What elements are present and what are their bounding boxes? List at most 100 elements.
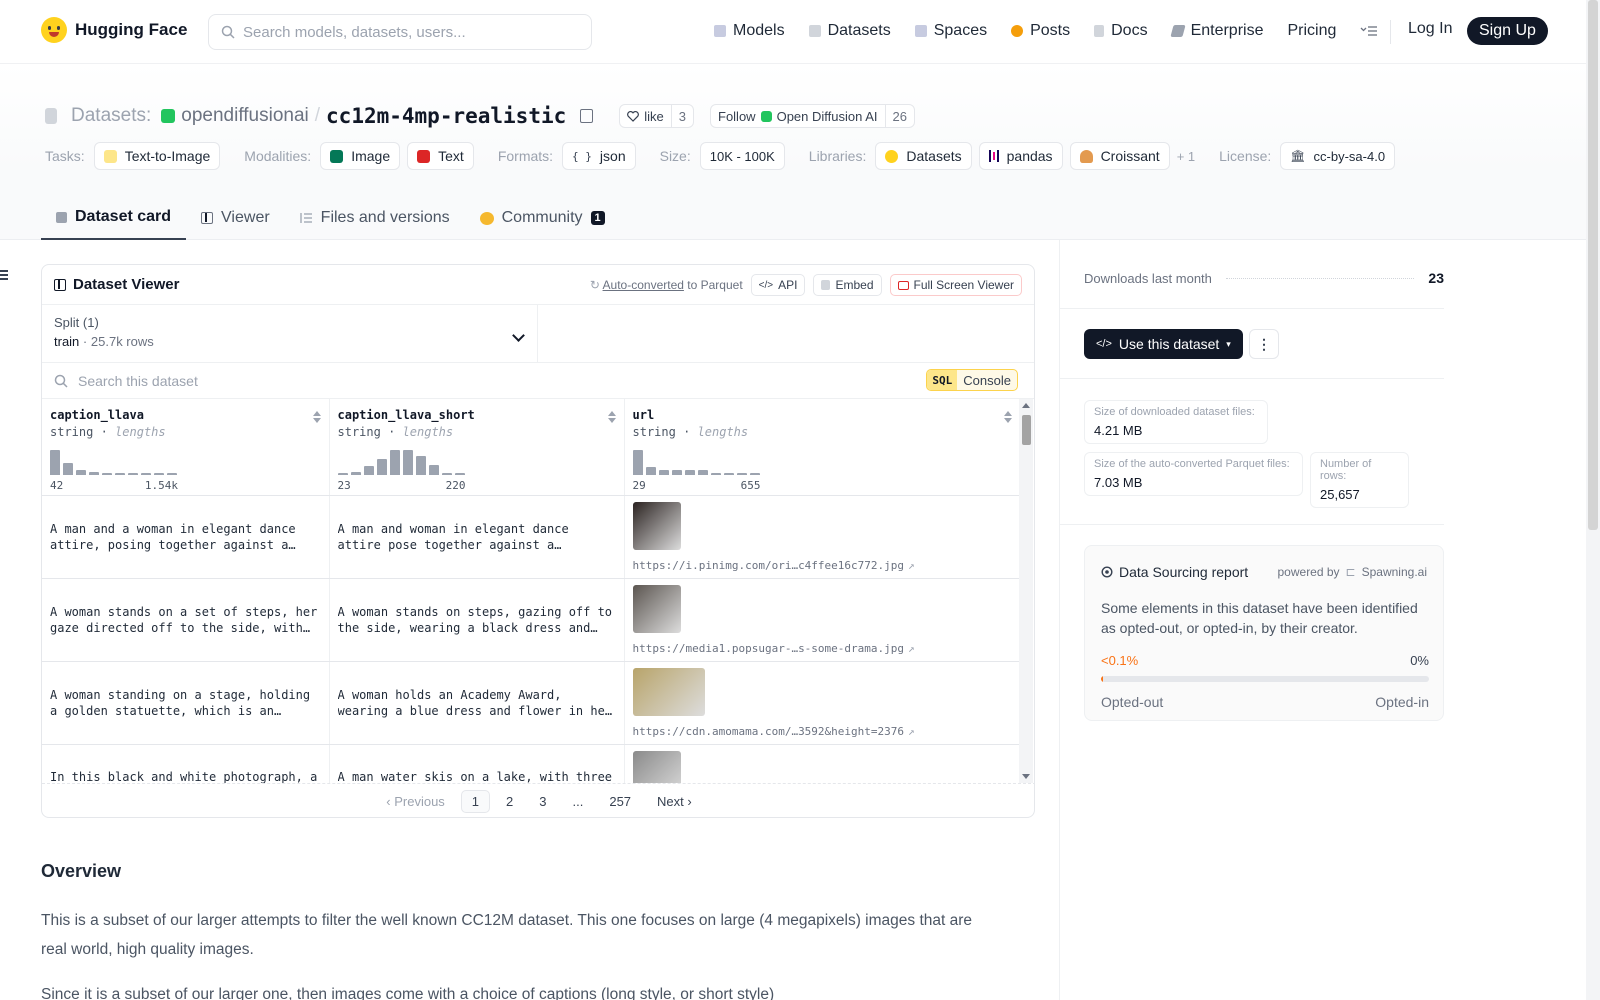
url-link[interactable]: https://cdn.amomama.com/…3592&height=237… — [633, 724, 1012, 740]
tab-community[interactable]: Community 1 — [465, 196, 620, 240]
nav-posts[interactable]: Posts — [999, 18, 1082, 44]
fullscreen-viewer-button[interactable]: Full Screen Viewer — [889, 274, 1022, 296]
tab-dataset-card[interactable]: Dataset card — [41, 196, 187, 240]
brand-link[interactable]: Hugging Face — [41, 17, 187, 43]
sort-icon[interactable] — [607, 411, 616, 423]
global-search[interactable] — [208, 14, 592, 50]
more-libraries[interactable]: + 1 — [1177, 149, 1195, 164]
tag-pandas[interactable]: pandas — [978, 142, 1063, 170]
cell-caption-short[interactable]: A man water skis on a lake, with three — [329, 744, 625, 784]
tab-community-label: Community — [501, 209, 583, 226]
histogram-bar — [389, 450, 400, 475]
tab-files[interactable]: Files and versions — [285, 196, 465, 240]
tab-files-label: Files and versions — [320, 209, 450, 226]
auto-converted-link[interactable]: Auto-converted — [603, 278, 684, 292]
table-row[interactable]: A man and a woman in elegant dance attir… — [42, 495, 1020, 579]
page-scrollbar[interactable] — [1586, 0, 1600, 1000]
split-selector-row: Split (1) train · 25.7k rows — [42, 305, 1034, 363]
table-row[interactable]: A woman stands on a set of steps, her ga… — [42, 578, 1020, 662]
embed-button[interactable]: Embed — [813, 274, 882, 296]
next-page-button[interactable]: Next › — [647, 791, 702, 812]
image-thumbnail[interactable] — [632, 750, 681, 783]
sort-icon[interactable] — [1003, 411, 1012, 423]
split-selector[interactable]: Split (1) train · 25.7k rows — [42, 305, 538, 363]
scroll-thumb[interactable] — [1022, 415, 1031, 445]
tag-json[interactable]: { } json — [562, 142, 636, 170]
api-button[interactable]: </> API — [750, 274, 806, 296]
sort-icon[interactable] — [312, 411, 321, 423]
cell-url[interactable]: https://media1.popsugar-…s-some-drama.jp… — [624, 578, 1020, 662]
cell-url[interactable] — [624, 744, 1020, 783]
cell-caption-short[interactable]: A woman stands on steps, gazing off to t… — [329, 578, 625, 662]
cell-caption-llava[interactable]: A man and a woman in elegant dance attir… — [42, 495, 330, 579]
image-thumbnail[interactable] — [632, 667, 705, 716]
more-options-icon[interactable]: ⋮ — [1249, 329, 1279, 359]
histogram-bar — [102, 473, 112, 475]
like-button[interactable]: like 3 — [619, 104, 694, 128]
org-link[interactable]: opendiffusionai — [181, 105, 308, 127]
cell-url[interactable]: https://cdn.amomama.com/…3592&height=237… — [624, 661, 1020, 745]
sidebar-toggle-icon[interactable] — [0, 270, 8, 282]
table-scrollbar[interactable] — [1019, 399, 1033, 783]
scroll-down-icon[interactable] — [1022, 774, 1030, 779]
cell-caption-llava[interactable]: In this black and white photograph, a — [42, 744, 330, 783]
cell-caption-llava[interactable]: A woman standing on a stage, holding a g… — [42, 661, 330, 745]
nav-spaces[interactable]: Spaces — [903, 18, 999, 44]
tab-viewer[interactable]: Viewer — [186, 196, 285, 240]
image-thumbnail[interactable] — [632, 584, 681, 633]
histogram-bar — [350, 472, 361, 475]
column-header[interactable]: url string · lengths 29 655 — [624, 399, 1020, 496]
nav-more[interactable] — [1348, 21, 1390, 41]
tag-croissant[interactable]: Croissant — [1069, 142, 1170, 170]
nav-pricing[interactable]: Pricing — [1275, 18, 1348, 44]
column-header[interactable]: caption_llava_short string · lengths 23 2… — [329, 399, 625, 496]
table-row[interactable]: A woman standing on a stage, holding a g… — [42, 661, 1020, 745]
nav-models[interactable]: Models — [702, 18, 797, 44]
scroll-up-icon[interactable] — [1022, 403, 1030, 408]
dataset-search[interactable]: SQL Console — [42, 363, 1034, 399]
data-table: caption_llava string · lengths 42 1.54k c… — [42, 399, 1020, 783]
column-header[interactable]: caption_llava string · lengths 42 1.54k — [42, 399, 330, 496]
tag-text-to-image[interactable]: Text-to-Image — [93, 142, 221, 170]
previous-page-button[interactable]: ‹ Previous — [376, 791, 455, 812]
sql-console-button[interactable]: SQL Console — [926, 369, 1018, 391]
follow-label: Follow — [718, 108, 756, 124]
cell-caption-llava[interactable]: A woman stands on a set of steps, her ga… — [42, 578, 330, 662]
hist-max: 1.54k — [144, 479, 178, 492]
sql-badge: SQL — [927, 370, 958, 390]
nav-enterprise[interactable]: Enterprise — [1160, 18, 1276, 44]
signup-button[interactable]: Sign Up — [1467, 17, 1548, 45]
url-link[interactable]: https://media1.popsugar-…s-some-drama.jp… — [633, 641, 1012, 657]
cell-caption-short[interactable]: A man and woman in elegant dance attire … — [329, 495, 625, 579]
dataset-search-input[interactable] — [78, 372, 778, 389]
login-link[interactable]: Log In — [1408, 20, 1452, 38]
size-downloaded-value: 4.21 MB — [1094, 423, 1143, 438]
use-this-dataset-button[interactable]: </> Use this dataset ▾ — [1084, 329, 1243, 359]
tag-image[interactable]: Image — [320, 142, 401, 170]
copy-icon[interactable] — [580, 109, 594, 123]
page-last-button[interactable]: 257 — [599, 791, 641, 812]
to-parquet-label: to Parquet — [687, 278, 743, 292]
cell-text: A man water skis on a lake, with three — [337, 769, 613, 784]
histogram-bar — [645, 467, 656, 475]
page-2-button[interactable]: 2 — [496, 791, 523, 812]
tag-size[interactable]: 10K - 100K — [699, 142, 785, 170]
nav-datasets[interactable]: Datasets — [797, 18, 903, 44]
image-thumbnail[interactable] — [632, 501, 681, 550]
cell-url[interactable]: https://i.pinimg.com/ori…c4ffee16c772.jp… — [624, 495, 1020, 579]
next-label: Next — [657, 794, 684, 809]
page-scroll-thumb[interactable] — [1588, 0, 1598, 530]
global-search-input[interactable] — [243, 23, 563, 41]
repo-name[interactable]: cc12m-4mp-realistic — [326, 104, 566, 128]
page-3-button[interactable]: 3 — [529, 791, 556, 812]
tag-license[interactable]: 🏛 cc-by-sa-4.0 — [1280, 142, 1396, 170]
cell-caption-short[interactable]: A woman holds an Academy Award, wearing … — [329, 661, 625, 745]
tag-text[interactable]: Text — [407, 142, 474, 170]
tag-datasets-lib[interactable]: Datasets — [875, 142, 972, 170]
powered-by[interactable]: powered by ⊏ Spawning.ai — [1278, 565, 1428, 579]
page-1-button[interactable]: 1 — [460, 790, 491, 813]
table-row[interactable]: In this black and white photograph, a A … — [42, 744, 1020, 783]
follow-button[interactable]: Follow Open Diffusion AI 26 — [710, 104, 915, 128]
nav-docs[interactable]: Docs — [1082, 18, 1159, 44]
url-link[interactable]: https://i.pinimg.com/ori…c4ffee16c772.jp… — [633, 558, 1012, 574]
